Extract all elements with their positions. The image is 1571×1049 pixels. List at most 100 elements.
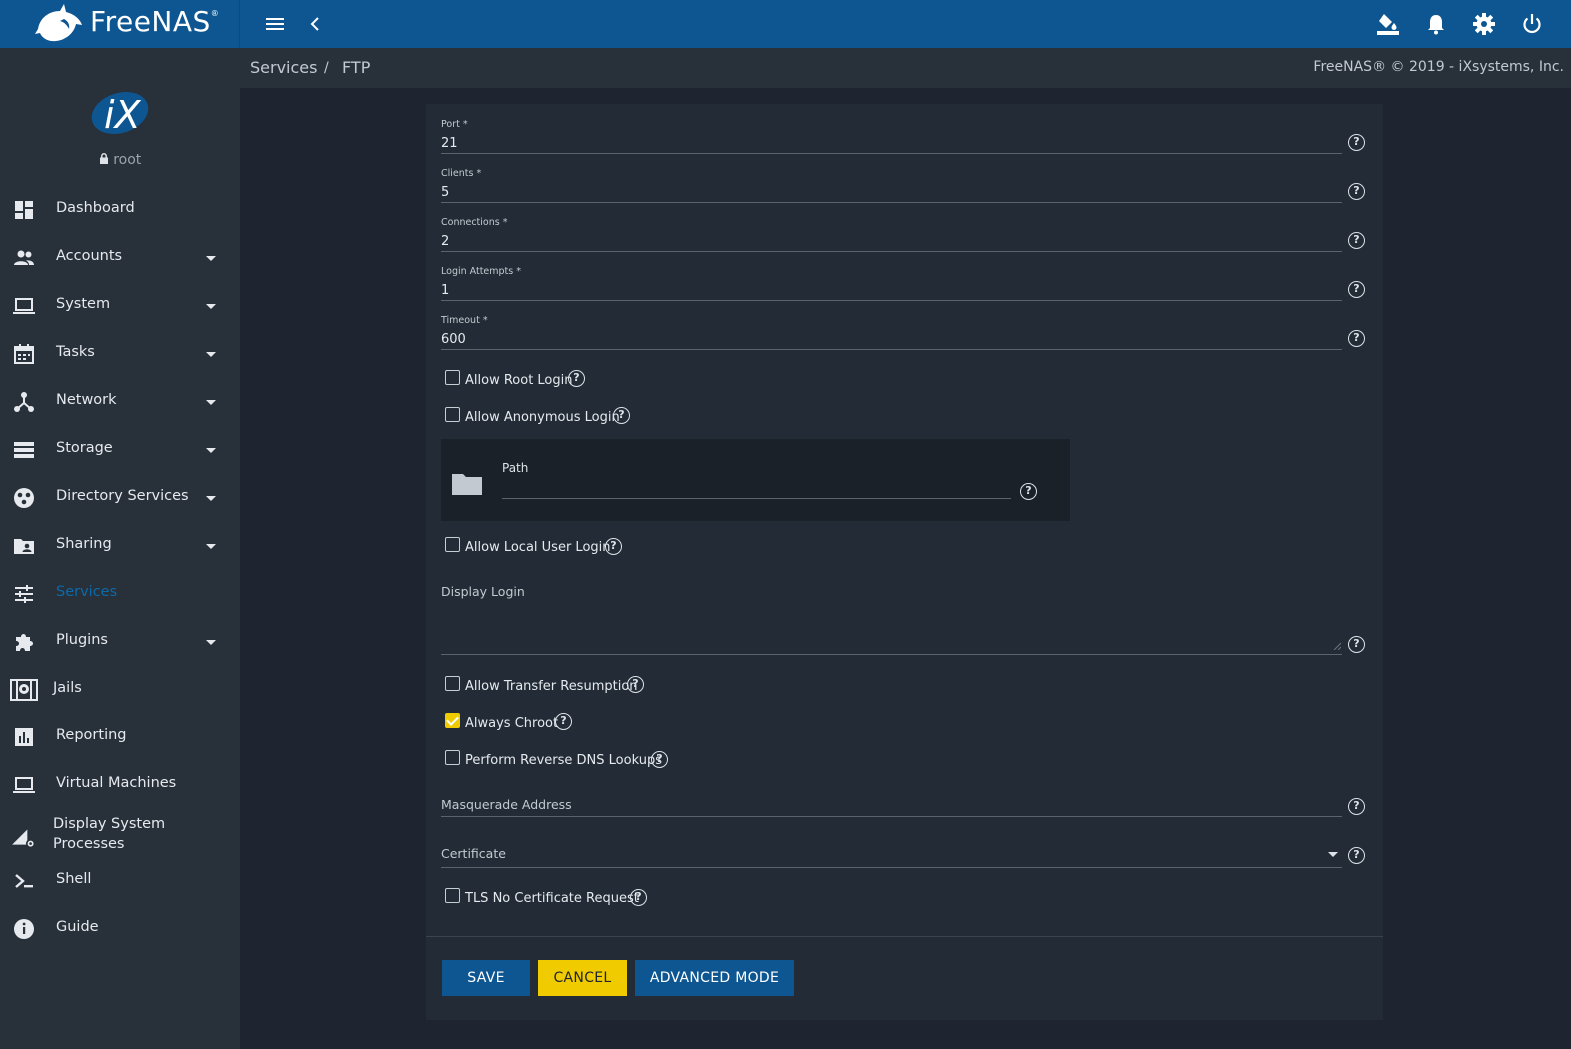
- sidebar-item-jails[interactable]: Jails: [0, 668, 240, 712]
- current-user: root: [0, 152, 240, 168]
- login-attempts-input[interactable]: 1: [441, 283, 449, 298]
- help-icon[interactable]: ?: [651, 751, 668, 768]
- sidebar-item-storage[interactable]: Storage: [0, 428, 240, 472]
- save-button[interactable]: SAVE: [442, 960, 530, 996]
- network-icon: [14, 392, 34, 412]
- port-input[interactable]: 21: [441, 136, 458, 151]
- help-icon[interactable]: ?: [568, 370, 585, 387]
- caret-down-icon: [206, 544, 216, 549]
- gear-icon: [1473, 13, 1495, 35]
- advanced-mode-button[interactable]: ADVANCED MODE: [635, 960, 794, 996]
- sidebar-item-virtual-machines[interactable]: Virtual Machines: [0, 763, 240, 807]
- notifications-button[interactable]: [1424, 12, 1448, 36]
- field-underline: [441, 202, 1342, 203]
- paint-bucket-icon: [1377, 14, 1399, 35]
- field-label: Clients *: [441, 168, 482, 179]
- field-underline: [441, 153, 1342, 154]
- sidebar-item-display-system-processes[interactable]: Display System Processes: [0, 810, 240, 860]
- sidebar-item-system[interactable]: System: [0, 284, 240, 328]
- sidebar-item-accounts[interactable]: Accounts: [0, 236, 240, 280]
- people-icon: [14, 250, 34, 265]
- sidebar-item-network[interactable]: Network: [0, 380, 240, 424]
- timeout-field[interactable]: Timeout * 600: [441, 315, 1342, 359]
- connections-input[interactable]: 2: [441, 234, 449, 249]
- always-chroot-checkbox[interactable]: [445, 713, 460, 728]
- hamburger-icon: [266, 18, 284, 30]
- help-icon[interactable]: ?: [555, 713, 572, 730]
- sidebar-item-guide[interactable]: Guide: [0, 907, 240, 951]
- dropdown-arrow-icon[interactable]: [1328, 852, 1338, 857]
- menu-toggle-button[interactable]: [263, 12, 287, 36]
- help-icon[interactable]: ?: [1348, 281, 1365, 298]
- help-icon[interactable]: ?: [1348, 330, 1365, 347]
- power-button[interactable]: [1520, 12, 1544, 36]
- sidebar-item-services[interactable]: Services: [0, 572, 240, 616]
- cancel-button[interactable]: CANCEL: [538, 960, 627, 996]
- certificate-select[interactable]: Certificate: [441, 845, 1342, 889]
- help-icon[interactable]: ?: [605, 538, 622, 555]
- sidebar-item-label: Services: [56, 584, 118, 600]
- sidebar-item-label: Display System Processes: [53, 816, 166, 852]
- field-underline: [441, 251, 1342, 252]
- field-label: Masquerade Address: [441, 797, 572, 812]
- timeout-input[interactable]: 600: [441, 332, 466, 347]
- display-login-field[interactable]: Display Login: [441, 584, 1342, 656]
- help-icon[interactable]: ?: [1348, 183, 1365, 200]
- help-icon[interactable]: ?: [1348, 798, 1365, 815]
- ix-logo: iX: [91, 91, 149, 137]
- sidebar-item-tasks[interactable]: Tasks: [0, 332, 240, 376]
- sidebar-item-label: Sharing: [56, 536, 112, 552]
- sidebar-item-dashboard[interactable]: Dashboard: [0, 188, 240, 232]
- sidebar-item-shell[interactable]: Shell: [0, 859, 240, 903]
- help-icon[interactable]: ?: [1020, 483, 1037, 500]
- info-icon: [14, 919, 34, 939]
- help-icon[interactable]: ?: [613, 407, 630, 424]
- allow-transfer-resumption-checkbox[interactable]: [445, 676, 460, 691]
- freenas-logo[interactable]: FreeNAS®: [0, 0, 240, 48]
- sidebar-item-label: Storage: [56, 440, 113, 456]
- sidebar: iX root Dashboard Accounts System Tasks …: [0, 48, 240, 1049]
- port-field[interactable]: Port * 21: [441, 119, 1342, 163]
- sidebar-item-plugins[interactable]: Plugins: [0, 620, 240, 664]
- sidebar-item-label: Plugins: [56, 632, 108, 648]
- sidebar-item-label: System: [56, 296, 111, 312]
- help-icon[interactable]: ?: [1348, 847, 1365, 864]
- help-icon[interactable]: ?: [627, 676, 644, 693]
- field-label: Certificate: [441, 846, 506, 861]
- theme-button[interactable]: [1376, 12, 1400, 36]
- caret-down-icon: [206, 400, 216, 405]
- caret-down-icon: [206, 640, 216, 645]
- masquerade-address-field[interactable]: Masquerade Address: [441, 796, 1342, 840]
- help-icon[interactable]: ?: [1348, 636, 1365, 653]
- clients-input[interactable]: 5: [441, 185, 449, 200]
- allow-root-login-checkbox[interactable]: [445, 370, 460, 385]
- sidebar-item-directory-services[interactable]: Directory Services: [0, 476, 240, 520]
- field-underline: [441, 300, 1342, 301]
- trademark: ®: [210, 9, 220, 18]
- reverse-dns-checkbox[interactable]: [445, 750, 460, 765]
- collapse-sidebar-button[interactable]: [303, 12, 327, 36]
- allow-anonymous-login-checkbox[interactable]: [445, 407, 460, 422]
- path-input[interactable]: [502, 498, 1011, 499]
- sidebar-item-label: Accounts: [56, 248, 123, 264]
- breadcrumb-services-link[interactable]: Services: [250, 58, 317, 77]
- checkbox-label: Allow Transfer Resumption: [465, 679, 638, 694]
- sidebar-item-label: Shell: [56, 871, 92, 887]
- directory-icon: [14, 488, 34, 508]
- folder-icon[interactable]: [451, 472, 483, 496]
- help-icon[interactable]: ?: [630, 889, 647, 906]
- storage-icon: [14, 442, 34, 458]
- login-attempts-field[interactable]: Login Attempts * 1: [441, 266, 1342, 310]
- path-explorer: Path ?: [441, 439, 1070, 521]
- tls-no-cert-request-checkbox[interactable]: [445, 888, 460, 903]
- sidebar-item-reporting[interactable]: Reporting: [0, 715, 240, 759]
- help-icon[interactable]: ?: [1348, 134, 1365, 151]
- sidebar-item-sharing[interactable]: Sharing: [0, 524, 240, 568]
- resize-handle-icon[interactable]: [1333, 642, 1341, 650]
- clients-field[interactable]: Clients * 5: [441, 168, 1342, 212]
- field-underline: [441, 867, 1342, 868]
- connections-field[interactable]: Connections * 2: [441, 217, 1342, 261]
- help-icon[interactable]: ?: [1348, 232, 1365, 249]
- allow-local-user-login-checkbox[interactable]: [445, 537, 460, 552]
- settings-button[interactable]: [1472, 12, 1496, 36]
